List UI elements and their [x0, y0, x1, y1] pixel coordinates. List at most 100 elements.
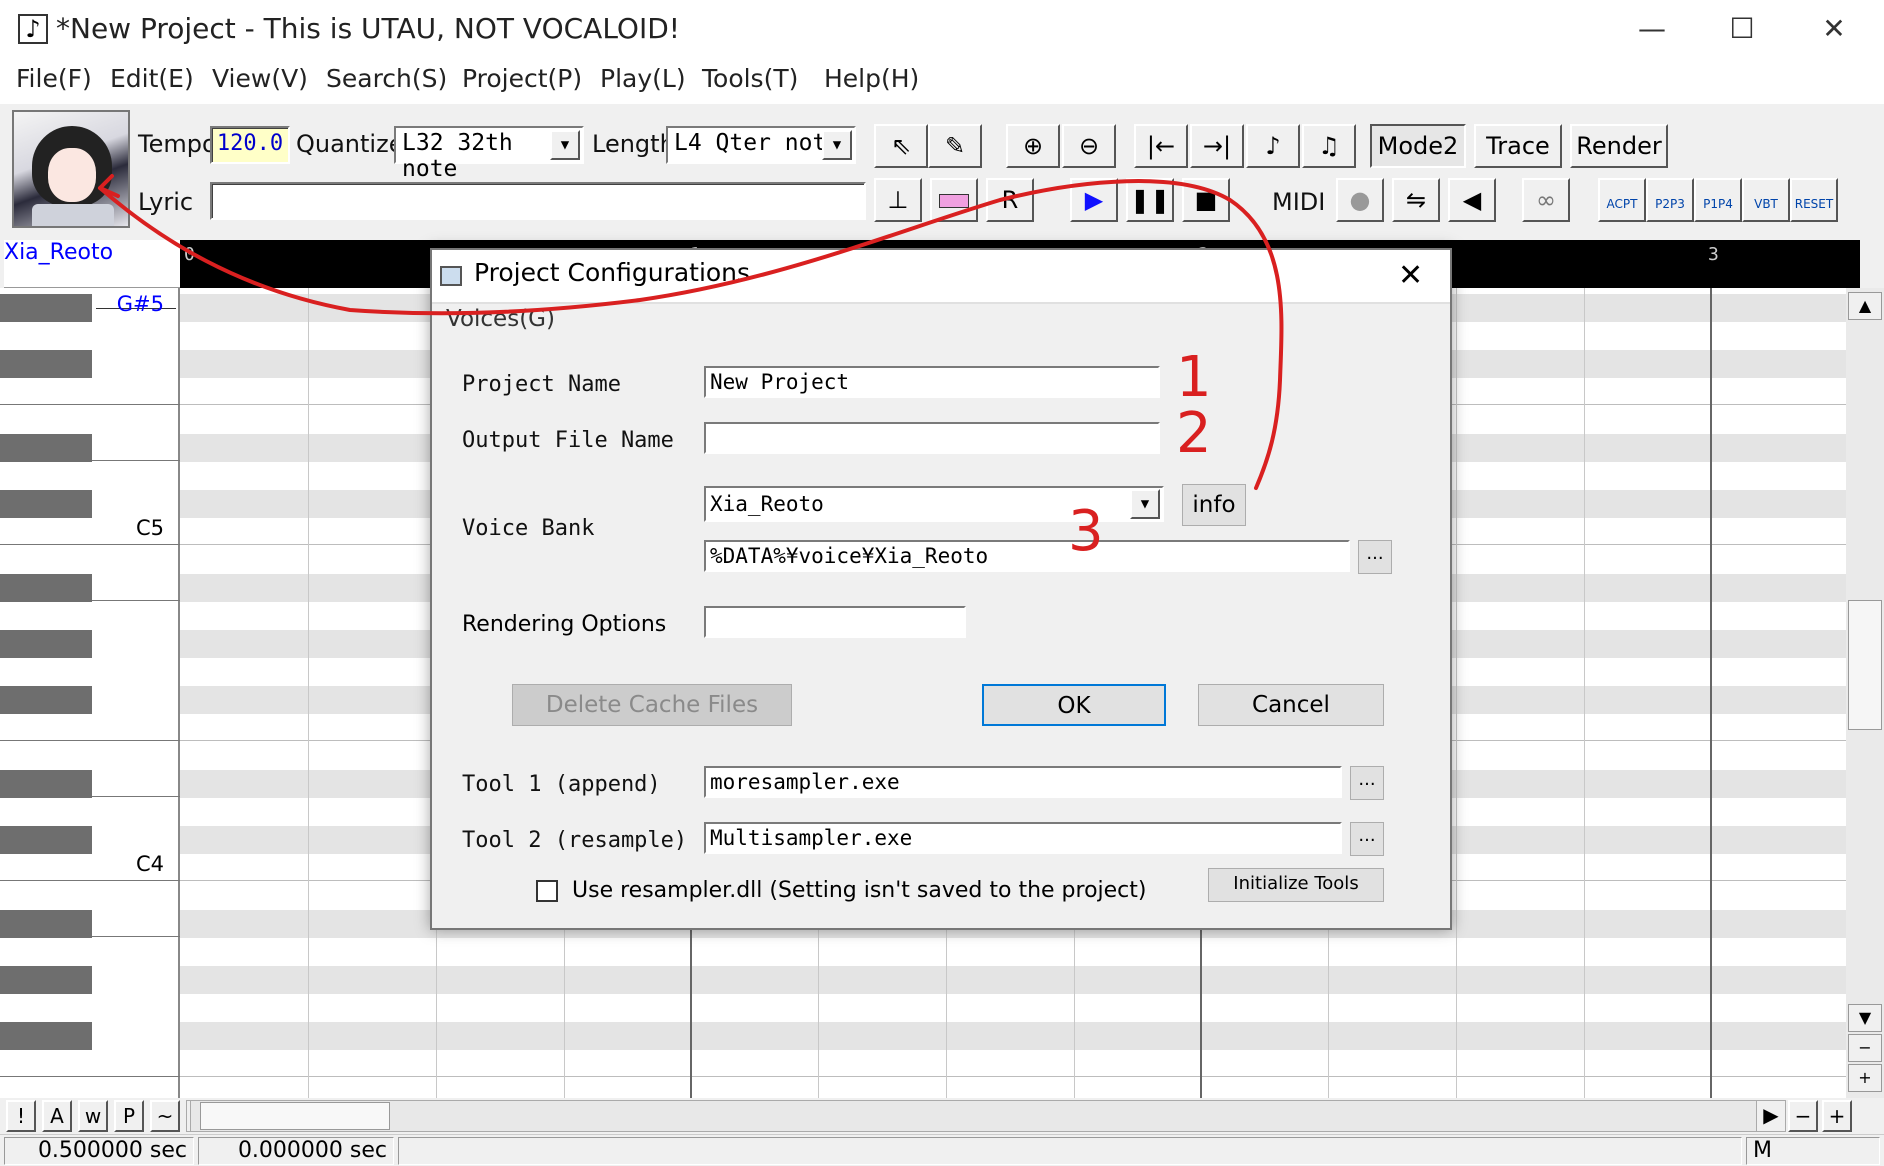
scroll-up-icon[interactable]: ▲ [1848, 292, 1882, 320]
note-jump-button[interactable]: ♫ [1302, 124, 1356, 168]
voice-bank-select[interactable]: Xia_Reoto ▼ [704, 486, 1164, 522]
p-button[interactable]: P [114, 1100, 144, 1132]
black-key[interactable] [0, 770, 92, 798]
zoom-in-button[interactable]: ⊕ [1006, 124, 1060, 168]
black-key[interactable] [0, 350, 92, 378]
tempo-input[interactable]: 120.0 [210, 126, 290, 164]
add-rest-button[interactable] [930, 178, 978, 222]
zoom-v-in-button[interactable]: + [1848, 1064, 1882, 1092]
midi-mode-button[interactable]: ⇋ [1392, 178, 1440, 222]
black-key[interactable] [0, 1022, 92, 1050]
dialog-close-icon[interactable]: ✕ [1398, 258, 1423, 293]
menu-help[interactable]: Help(H) [824, 64, 919, 93]
black-key[interactable] [0, 910, 92, 938]
scroll-right-icon[interactable]: ▶ [1756, 1100, 1786, 1132]
menu-search[interactable]: Search(S) [326, 64, 447, 93]
black-key[interactable] [0, 966, 92, 994]
mode2-toggle[interactable]: Mode2 [1370, 124, 1466, 168]
menu-file[interactable]: File(F) [16, 64, 92, 93]
tool2-input[interactable]: Multisampler.exe [704, 822, 1342, 854]
stop-icon: ■ [1194, 186, 1218, 214]
tilde-button[interactable]: ~ [150, 1100, 180, 1132]
horizontal-scroll-thumb[interactable] [200, 1102, 390, 1130]
cancel-button[interactable]: Cancel [1198, 684, 1384, 726]
black-key[interactable] [0, 294, 92, 322]
vertical-scrollbar[interactable]: ▲ ▼ − + [1846, 288, 1884, 1098]
menu-view[interactable]: View(V) [212, 64, 308, 93]
render-button[interactable]: Render [1570, 124, 1668, 168]
vibrato-button[interactable]: VBT [1742, 178, 1790, 222]
horizontal-scrollbar[interactable] [190, 1100, 1784, 1132]
a-button[interactable]: A [42, 1100, 72, 1132]
acpt-button[interactable]: ACPT [1598, 178, 1646, 222]
w-button[interactable]: w [78, 1100, 108, 1132]
window-title: *New Project - This is UTAU, NOT VOCALOI… [56, 12, 681, 45]
rendering-options-input[interactable] [704, 606, 966, 638]
zoom-h-in-button[interactable]: + [1822, 1100, 1852, 1132]
delete-cache-button[interactable]: Delete Cache Files [512, 684, 792, 726]
trace-button[interactable]: Trace [1474, 124, 1562, 168]
menu-play[interactable]: Play(L) [600, 64, 686, 93]
zoom-v-out-button[interactable]: − [1848, 1034, 1882, 1062]
note-split-button[interactable]: ♪ [1246, 124, 1300, 168]
black-key[interactable] [0, 434, 92, 462]
key-divider [0, 404, 180, 405]
voice-path-input[interactable]: %DATA%¥voice¥Xia_Reoto [704, 540, 1350, 572]
browse-tool1-button[interactable]: ... [1350, 766, 1384, 800]
go-end-button[interactable]: →| [1190, 124, 1244, 168]
initialize-tools-button[interactable]: Initialize Tools [1208, 868, 1384, 902]
output-file-input[interactable] [704, 422, 1160, 454]
note-split-icon: ♪ [1265, 132, 1281, 160]
p1p4-button[interactable]: P1P4 [1694, 178, 1742, 222]
black-key[interactable] [0, 574, 92, 602]
black-key[interactable] [0, 630, 92, 658]
menu-project[interactable]: Project(P) [462, 64, 582, 93]
play-icon: ▶ [1084, 186, 1104, 214]
ok-button[interactable]: OK [982, 684, 1166, 726]
menu-tools[interactable]: Tools(T) [702, 64, 798, 93]
length-select[interactable]: L4 Qter note ▼ [666, 126, 856, 164]
lyric-input[interactable] [210, 182, 866, 220]
black-key[interactable] [0, 686, 92, 714]
voicebank-avatar[interactable] [12, 110, 130, 228]
midi-prev-button[interactable]: ◀ [1448, 178, 1496, 222]
browse-tool2-button[interactable]: ... [1350, 822, 1384, 856]
quantize-select[interactable]: L32 32th note ▼ [394, 126, 584, 182]
tool1-input[interactable]: moresampler.exe [704, 766, 1342, 798]
piano-keyboard[interactable]: G#5 C5 C4 [0, 288, 180, 1098]
pencil-tool-button[interactable]: ✎ [928, 124, 982, 168]
output-file-label: Output File Name [462, 428, 674, 453]
add-r-button[interactable]: R [986, 178, 1034, 222]
zoom-out-button[interactable]: ⊖ [1062, 124, 1116, 168]
scroll-down-icon[interactable]: ▼ [1848, 1004, 1882, 1032]
track-voice-name[interactable]: Xia_Reoto [4, 240, 180, 288]
project-name-input[interactable]: New Project [704, 366, 1160, 398]
black-key[interactable] [0, 826, 92, 854]
minimize-button[interactable]: — [1622, 8, 1682, 50]
flag-button[interactable]: ! [6, 1100, 36, 1132]
voice-info-button[interactable]: info [1182, 484, 1246, 526]
insert-note-button[interactable]: ⊥ [874, 178, 922, 222]
length-label: Length [592, 130, 675, 158]
play-button[interactable]: ▶ [1070, 178, 1118, 222]
p2p3-button[interactable]: P2P3 [1646, 178, 1694, 222]
pause-button[interactable]: ❚❚ [1126, 178, 1174, 222]
menu-edit[interactable]: Edit(E) [110, 64, 194, 93]
rendering-options-label: Rendering Options [462, 612, 667, 637]
black-key[interactable] [0, 490, 92, 518]
note-jump-icon: ♫ [1318, 132, 1340, 160]
resampler-dll-checkbox[interactable] [536, 880, 558, 902]
reset-button[interactable]: RESET [1790, 178, 1838, 222]
zoom-h-out-button[interactable]: − [1788, 1100, 1818, 1132]
browse-voice-button[interactable]: ... [1358, 540, 1392, 574]
pointer-tool-button[interactable]: ⇖ [874, 124, 928, 168]
record-icon: ● [1349, 186, 1371, 214]
tab-voices[interactable]: Voices(G) [446, 306, 555, 332]
midi-record-button[interactable]: ● [1336, 178, 1384, 222]
close-button[interactable]: ✕ [1804, 8, 1864, 50]
scroll-thumb[interactable] [1848, 600, 1882, 730]
maximize-button[interactable]: ☐ [1712, 8, 1772, 50]
go-start-button[interactable]: |← [1134, 124, 1188, 168]
midi-link-button[interactable]: ∞ [1522, 178, 1570, 222]
stop-button[interactable]: ■ [1182, 178, 1230, 222]
